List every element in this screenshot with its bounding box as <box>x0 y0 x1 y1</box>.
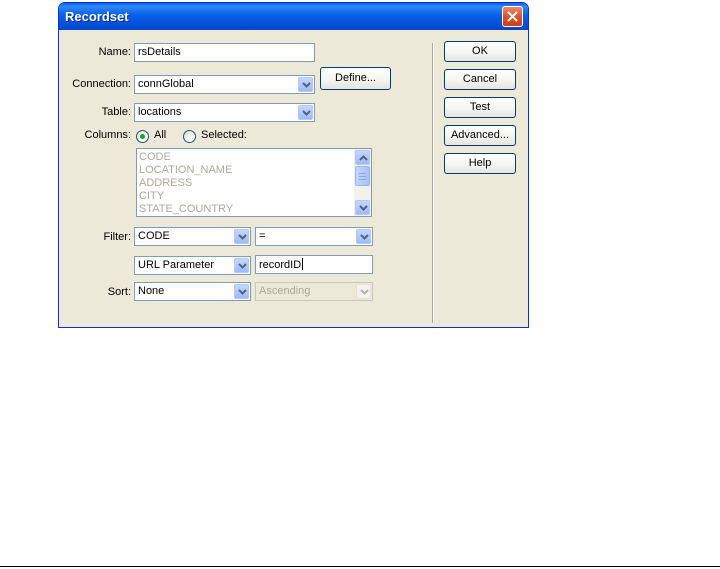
chevron-up-icon <box>359 155 368 161</box>
test-button[interactable]: Test <box>444 97 516 118</box>
filter-value-text: recordID <box>259 259 302 271</box>
list-item[interactable]: CODE <box>137 151 371 164</box>
screen: Recordset Name: rsDetails Connection: co… <box>0 0 720 569</box>
filter-source-select[interactable]: URL Parameter <box>134 256 251 275</box>
page-rule <box>0 566 720 567</box>
name-label: Name: <box>98 46 131 58</box>
columns-listbox[interactable]: CODE LOCATION_NAME ADDRESS CITY STATE_COUNTR… <box>136 148 372 217</box>
sort-column-select[interactable]: None <box>134 282 251 301</box>
connection-label: Connection: <box>72 78 131 90</box>
help-button[interactable]: Help <box>444 153 516 174</box>
cancel-button[interactable]: Cancel <box>444 69 516 90</box>
list-item[interactable]: CITY <box>137 190 371 203</box>
recordset-dialog: Recordset Name: rsDetails Connection: co… <box>58 2 529 328</box>
filter-value-input[interactable]: recordID <box>255 255 373 274</box>
scroll-up-button[interactable] <box>355 150 370 165</box>
chevron-down-icon[interactable] <box>356 229 371 244</box>
chevron-down-icon[interactable] <box>298 77 313 92</box>
columns-selected-radio[interactable] <box>183 130 196 143</box>
columns-selected-label[interactable]: Selected: <box>201 129 247 141</box>
connection-select[interactable]: connGlobal <box>134 75 315 94</box>
table-select[interactable]: locations <box>134 103 315 122</box>
window-title: Recordset <box>65 9 129 24</box>
filter-column-value: CODE <box>138 230 170 242</box>
dialog-body: Name: rsDetails Connection: connGlobal D… <box>62 30 525 324</box>
columns-scrollbar[interactable] <box>354 149 371 216</box>
close-button[interactable] <box>502 6 523 27</box>
list-item[interactable]: STATE_COUNTRY <box>137 203 371 216</box>
close-icon <box>507 11 518 22</box>
text-caret <box>302 258 304 270</box>
columns-all-radio[interactable] <box>136 130 149 143</box>
table-value: locations <box>138 106 182 118</box>
chevron-down-icon[interactable] <box>298 105 313 120</box>
filter-label: Filter: <box>103 231 132 243</box>
chevron-down-icon[interactable] <box>234 258 249 273</box>
chevron-down-icon[interactable] <box>234 229 249 244</box>
columns-label: Columns: <box>84 129 131 141</box>
filter-operator-value: = <box>259 230 266 242</box>
sort-column-value: None <box>138 285 165 297</box>
columns-list: CODE LOCATION_NAME ADDRESS CITY STATE_COUNTR… <box>137 149 371 216</box>
scroll-down-button[interactable] <box>355 200 370 215</box>
scroll-thumb[interactable] <box>355 166 370 186</box>
define-button[interactable]: Define... <box>320 67 391 90</box>
connection-value: connGlobal <box>138 78 194 90</box>
sort-order-select: Ascending <box>255 282 373 301</box>
list-item[interactable]: LOCATION_NAME <box>137 164 371 177</box>
filter-source-value: URL Parameter <box>138 259 215 271</box>
list-item[interactable]: ADDRESS <box>137 177 371 190</box>
radio-checked-dot <box>140 134 145 139</box>
chevron-down-icon <box>359 205 368 211</box>
name-input[interactable]: rsDetails <box>134 43 315 62</box>
filter-operator-select[interactable]: = <box>255 227 373 246</box>
title-bar[interactable]: Recordset <box>59 3 528 30</box>
chevron-down-icon <box>356 284 371 299</box>
filter-column-select[interactable]: CODE <box>134 227 251 246</box>
sort-label: Sort: <box>107 286 131 298</box>
columns-all-label[interactable]: All <box>154 129 166 141</box>
advanced-button[interactable]: Advanced... <box>444 125 516 146</box>
ok-button[interactable]: OK <box>444 41 516 62</box>
chevron-down-icon[interactable] <box>234 284 249 299</box>
sort-order-value: Ascending <box>259 285 311 297</box>
vertical-divider <box>432 43 434 323</box>
table-label: Table: <box>101 106 131 118</box>
